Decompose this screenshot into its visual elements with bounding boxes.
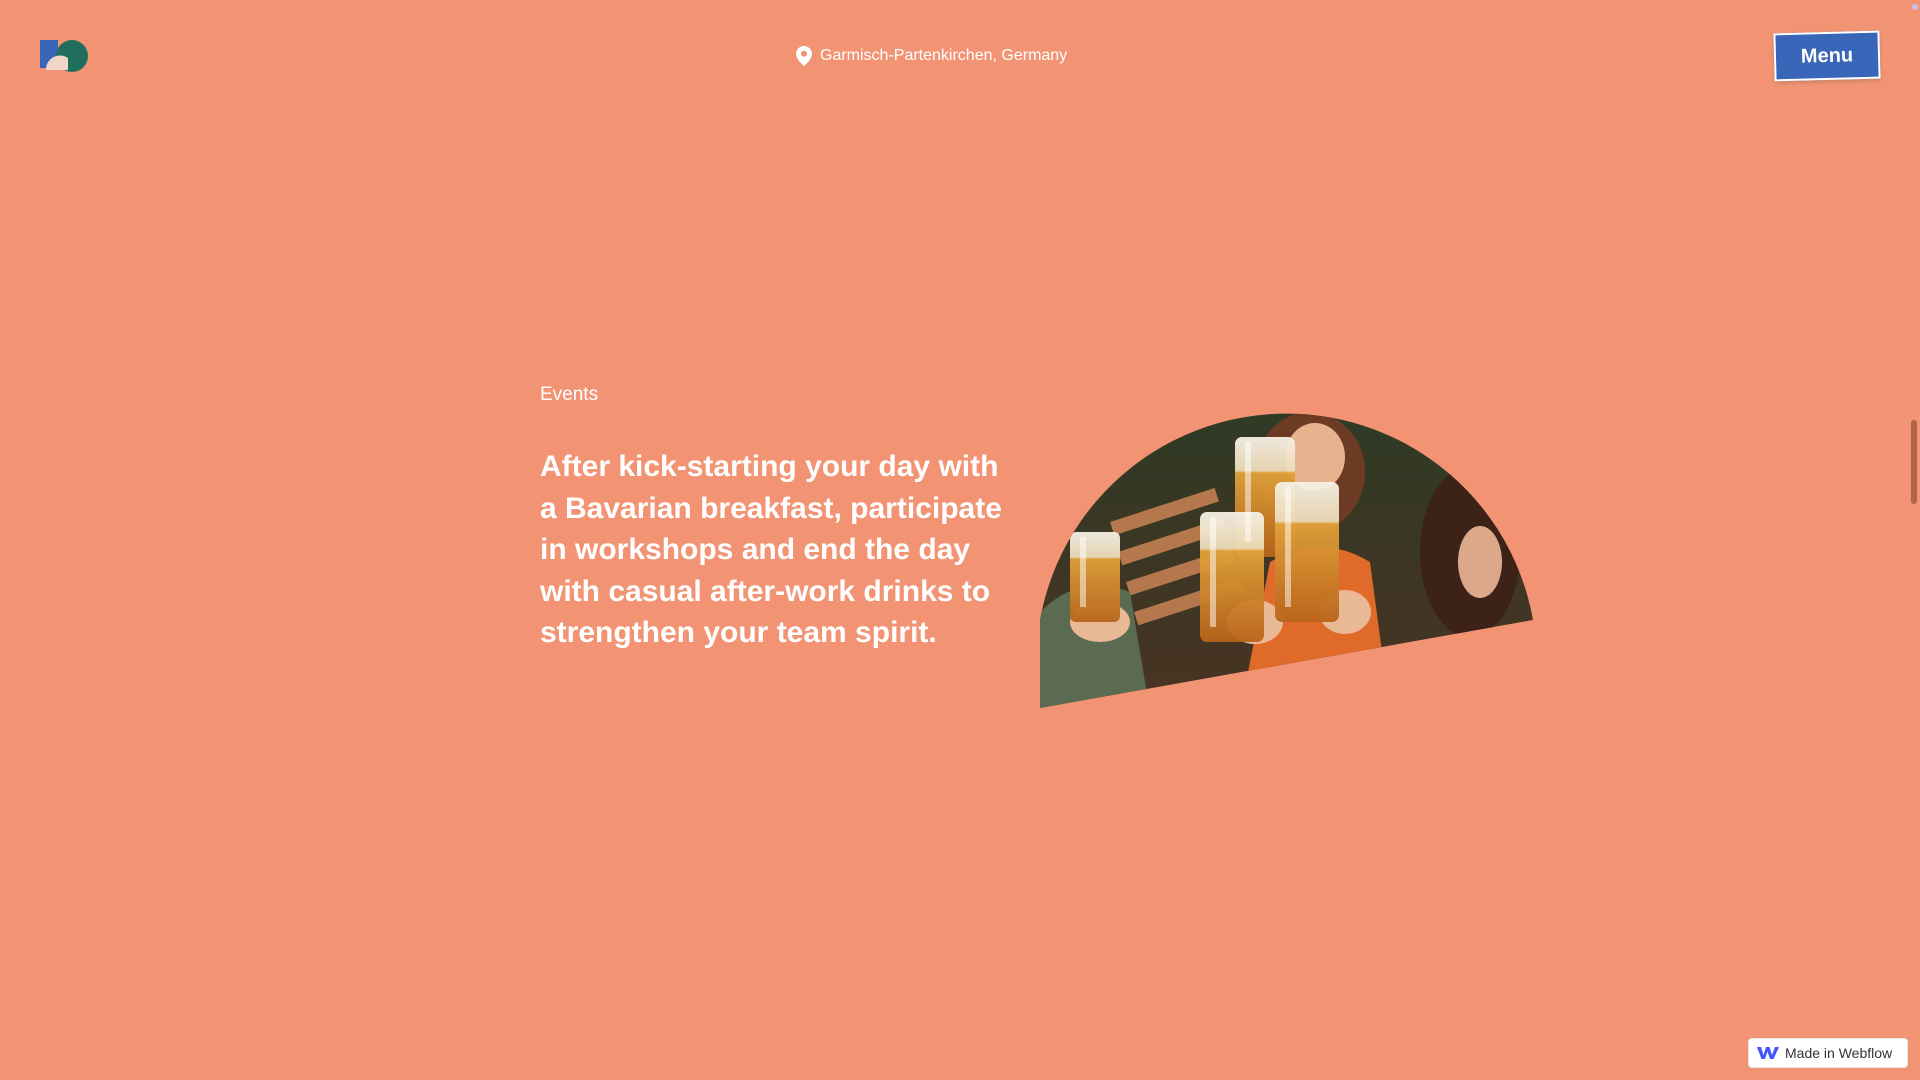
site-logo[interactable] bbox=[38, 36, 94, 76]
events-headline: After kick-starting your day with a Bava… bbox=[540, 450, 1002, 649]
section-label: Events bbox=[540, 384, 599, 405]
logo-icon bbox=[40, 40, 88, 72]
menu-button[interactable]: Menu bbox=[1773, 30, 1881, 82]
location-text: Garmisch-Partenkirchen, Germany bbox=[820, 47, 1068, 64]
location-indicator: Garmisch-Partenkirchen, Germany bbox=[796, 46, 1067, 66]
webflow-logo-icon bbox=[1757, 1047, 1779, 1059]
made-in-webflow-badge[interactable]: Made in Webflow bbox=[1748, 1038, 1908, 1068]
page: Garmisch-Partenkirchen, Germany Menu Eve… bbox=[0, 0, 1920, 1080]
webflow-badge-label: Made in Webflow bbox=[1785, 1045, 1893, 1061]
events-photo bbox=[1040, 413, 1533, 708]
scrollbar-thumb[interactable] bbox=[1911, 420, 1917, 504]
map-pin-icon bbox=[796, 46, 812, 66]
corner-indicator bbox=[1912, 4, 1918, 10]
